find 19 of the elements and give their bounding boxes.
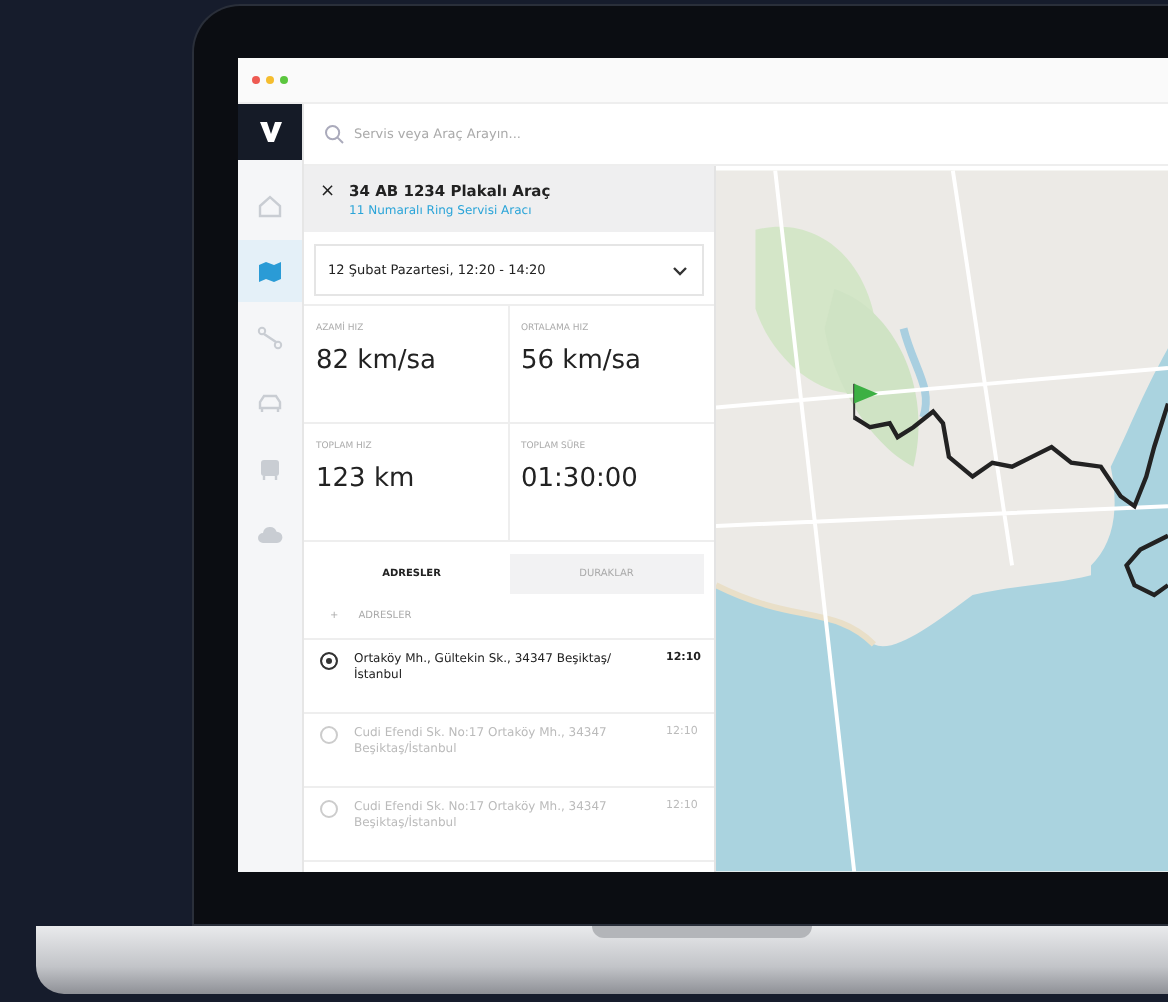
chevron-down-icon — [672, 265, 688, 275]
window-maximize-dot[interactable] — [280, 76, 288, 84]
nav-item[interactable] — [238, 240, 302, 302]
home-icon — [256, 191, 284, 219]
stat-value: 82 km/sa — [316, 346, 438, 376]
stat-value: 123 km — [316, 464, 417, 494]
bus-icon — [256, 455, 284, 483]
v-logo-icon — [259, 122, 281, 142]
cloud-icon — [256, 521, 284, 549]
search-icon — [324, 124, 344, 144]
flag-icon — [853, 382, 878, 421]
window-close-dot[interactable] — [252, 76, 260, 84]
window-minimize-dot[interactable] — [266, 76, 274, 84]
car-icon — [256, 389, 284, 417]
stat-value: 01:30:00 — [521, 464, 640, 494]
map-icon — [256, 257, 284, 285]
close-button[interactable]: × — [320, 182, 336, 202]
route-icon — [256, 323, 284, 351]
stat-value: 56 km/sa — [521, 346, 643, 376]
